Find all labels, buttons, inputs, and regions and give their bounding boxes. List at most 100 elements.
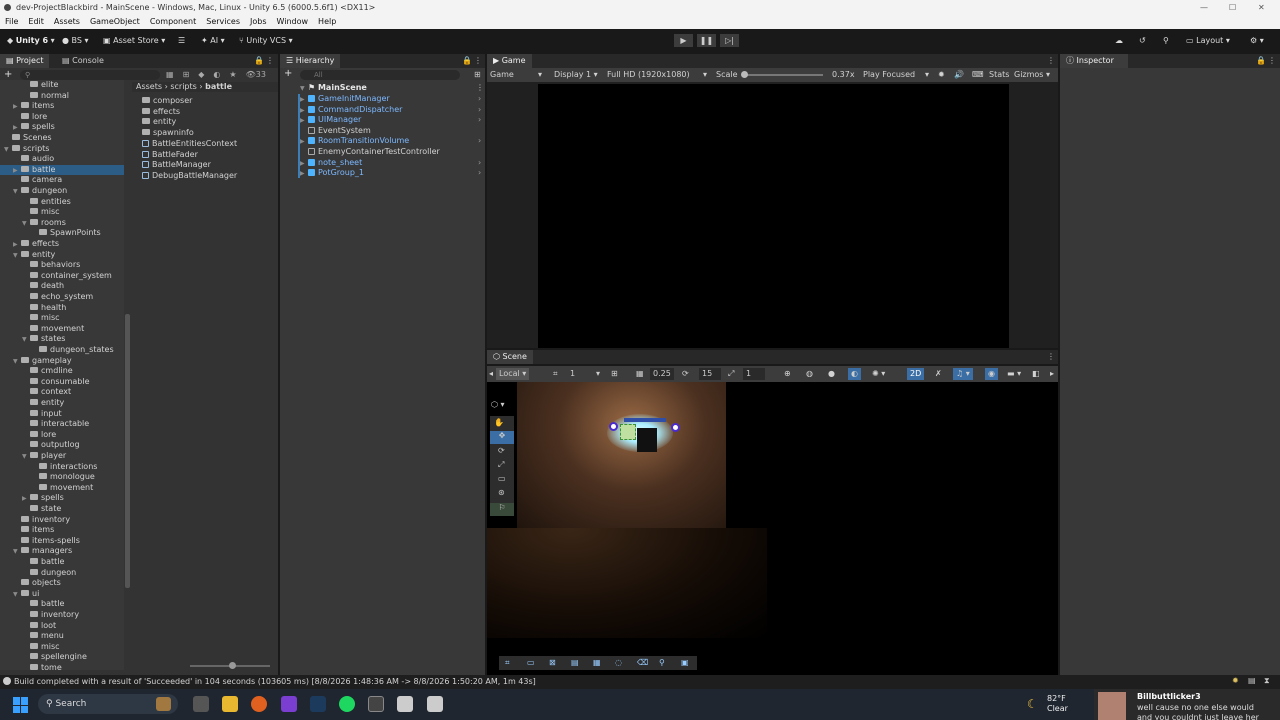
tab-console[interactable]: ▤ Console [56, 54, 110, 68]
tree-item[interactable]: state [0, 504, 124, 514]
hierarchy-scene-root[interactable]: ▼ ⚑ MainScene [300, 83, 367, 93]
eye-count[interactable]: 👁33 [246, 70, 266, 79]
tree-item[interactable]: misc [0, 642, 124, 652]
tree-item[interactable]: tome [0, 663, 124, 670]
scale-snap-icon[interactable]: ⤢ [728, 369, 734, 379]
lighting-bake-icon[interactable]: ✹ [1232, 676, 1239, 685]
rotate-tool-icon[interactable]: ⟳ [498, 446, 505, 455]
tree-item[interactable]: monologue [0, 472, 124, 482]
handle-right-icon[interactable] [671, 423, 680, 432]
menu-item-assets[interactable]: Assets [54, 15, 80, 29]
tree-item[interactable]: ▶ spells [0, 493, 124, 503]
rect-icon[interactable]: ▭ [527, 658, 535, 667]
maximize-icon[interactable]: ☐ [1229, 0, 1236, 15]
hierarchy-item[interactable]: EnemyContainerTestController [308, 147, 482, 157]
menu-item-window[interactable]: Window [277, 15, 309, 29]
grid-size-input[interactable]: 0.25 [650, 368, 674, 380]
pivot-dropdown[interactable]: Local ▾ [496, 368, 530, 380]
account-button[interactable]: ● BS ▾ [62, 34, 89, 48]
more-menu-icon[interactable]: ⋮ [1047, 54, 1055, 68]
more-menu-icon[interactable]: ⋮ [266, 54, 274, 68]
rotate-snap-input[interactable]: 15 [699, 368, 721, 380]
tree-item[interactable]: ▶ effects [0, 239, 124, 249]
breadcrumb-item[interactable]: battle [205, 82, 232, 91]
tree-item[interactable]: cmdline [0, 366, 124, 376]
scene-view[interactable]: ⬡ ▾ ✋ ✥ ⟳ ⤢ ▭ ⊛ ⚐ ⌗ ▭ ⊠ ▤ ▦ ◌ ⌫ ⚲ ▣ [487, 382, 1058, 675]
audio-mute-icon[interactable]: 🔊 [954, 70, 964, 80]
prefab-open-icon[interactable]: › [478, 115, 481, 125]
menu-item-help[interactable]: Help [318, 15, 336, 29]
tree-item[interactable]: ▼ rooms [0, 218, 124, 228]
tree-item[interactable]: ▼ player [0, 451, 124, 461]
play-focused-dropdown[interactable]: Play Focused ▾ [863, 70, 929, 80]
asset-item[interactable]: BattleFader [142, 150, 198, 160]
tree-item[interactable]: ▼ states [0, 334, 124, 344]
expand-arrow-icon[interactable]: ▼ [13, 547, 21, 557]
windows-start-icon[interactable] [13, 697, 29, 713]
shading-solid-icon[interactable]: ● [828, 369, 835, 379]
lighting-icon[interactable]: ✗ [935, 369, 942, 379]
status-message[interactable]: Build completed with a result of 'Succee… [14, 677, 536, 687]
hierarchy-item[interactable]: ▶ RoomTransitionVolume › [300, 136, 482, 146]
asset-item[interactable]: spawninfo [142, 128, 194, 138]
expand-arrow-icon[interactable]: ▼ [13, 590, 21, 600]
taskbar-search[interactable]: ⚲ Search [38, 694, 178, 714]
steam-icon[interactable] [310, 696, 326, 712]
gizmos-scene-icon[interactable]: ◧ [1032, 369, 1040, 379]
create-plus-icon[interactable]: + [284, 69, 292, 79]
tree-item[interactable]: interactions [0, 462, 124, 472]
view-options-icon[interactable]: ⬡ ▾ [491, 400, 505, 409]
custom-tool-icon[interactable]: ⚐ [490, 503, 514, 516]
move-snap-icon[interactable]: ▦ [633, 368, 647, 380]
tree-item[interactable]: container_system [0, 271, 124, 281]
task-view-icon[interactable] [193, 696, 209, 712]
palette-icon[interactable]: ▣ [681, 658, 689, 667]
hierarchy-item[interactable]: EventSystem [308, 126, 482, 136]
shading-wire-icon[interactable]: ◍ [806, 369, 813, 379]
global-icon[interactable]: ⊕ [784, 369, 791, 379]
search-icon[interactable]: ⚲ [1163, 34, 1169, 48]
lock-icon[interactable]: 🔒 [462, 54, 472, 68]
breadcrumb-item[interactable]: scripts [170, 82, 196, 91]
resolution-dropdown[interactable]: Full HD (1920x1080) ▾ [607, 70, 707, 80]
fx-icon[interactable]: ✺ ▾ [872, 369, 885, 379]
tree-item[interactable]: elite [0, 80, 124, 90]
layout-dropdown[interactable]: ▭ Layout ▾ [1186, 34, 1230, 48]
tree-item[interactable]: ▼ managers [0, 546, 124, 556]
rotate-snap-icon[interactable]: ⟳ [682, 369, 689, 379]
file-explorer-icon[interactable] [222, 696, 238, 712]
more-menu-icon[interactable]: ⋮ [1268, 54, 1276, 68]
audio-scene-icon[interactable]: ♫ ▾ [953, 368, 973, 380]
tree-item[interactable]: outputlog [0, 440, 124, 450]
tree-item[interactable]: SpawnPoints [0, 228, 124, 238]
tree-item[interactable]: echo_system [0, 292, 124, 302]
expand-arrow-icon[interactable]: ▼ [22, 219, 30, 229]
hierarchy-item[interactable]: ▶ GameInitManager › [300, 94, 482, 104]
expand-arrow-icon[interactable]: ▼ [13, 357, 21, 367]
shading-lit-icon[interactable]: ◐ [848, 368, 861, 380]
minimize-icon[interactable]: — [1200, 0, 1208, 15]
tree-item[interactable]: entities [0, 197, 124, 207]
expand-arrow-icon[interactable]: ▶ [300, 137, 308, 147]
unity-version-button[interactable]: ◆ Unity 6 ▾ [7, 34, 55, 48]
brush-icon[interactable]: ▤ [571, 658, 579, 667]
tree-item[interactable]: movement [0, 483, 124, 493]
filter-type-icon[interactable]: ▦ [166, 70, 174, 79]
asset-item[interactable]: BattleManager [142, 160, 211, 170]
fill-icon[interactable]: ▦ [593, 658, 601, 667]
expand-arrow-icon[interactable]: ▶ [300, 106, 308, 116]
project-search-input[interactable]: ⚲ [20, 70, 160, 80]
expand-arrow-icon[interactable]: ▶ [300, 95, 308, 105]
mode-2d-toggle[interactable]: 2D [907, 368, 925, 380]
step-button[interactable]: ▷| [720, 34, 739, 47]
expand-arrow-icon[interactable]: ▶ [300, 116, 308, 126]
asset-item[interactable]: composer [142, 96, 192, 106]
info-icon[interactable]: ◐ [213, 70, 220, 79]
firefox-icon[interactable] [251, 696, 267, 712]
expand-arrow-icon[interactable]: ▶ [300, 169, 308, 179]
hierarchy-item[interactable]: ▶ UIManager › [300, 115, 482, 125]
history-icon[interactable]: ↺ [1139, 34, 1146, 48]
tree-item[interactable]: entity [0, 398, 124, 408]
frame-debug-icon[interactable]: ✹ [938, 70, 945, 80]
tree-item[interactable]: inventory [0, 610, 124, 620]
